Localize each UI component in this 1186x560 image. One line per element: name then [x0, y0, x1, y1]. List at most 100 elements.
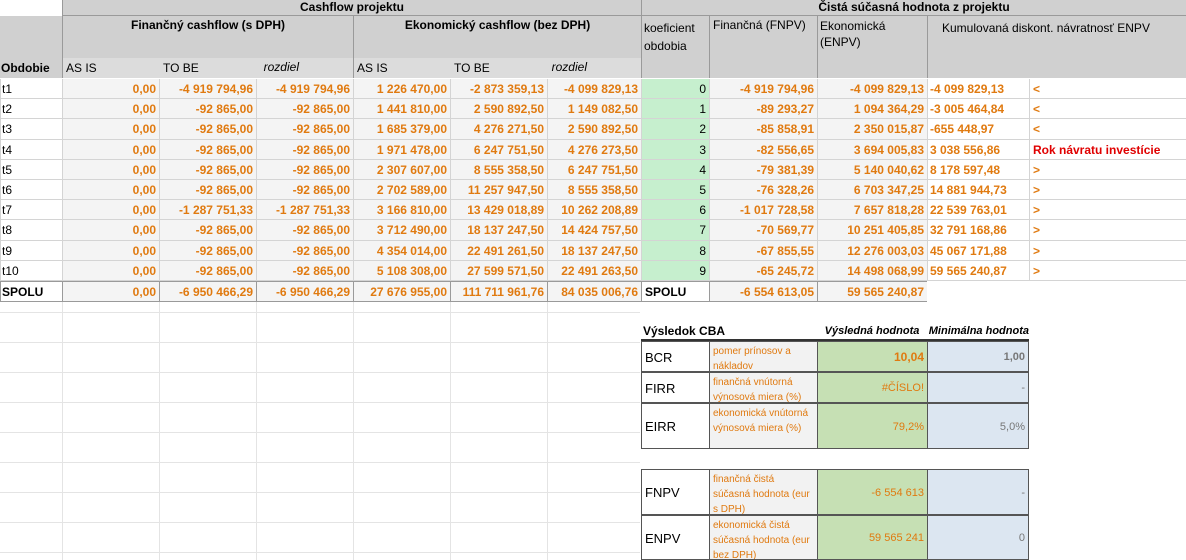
row-t1-f_roz[interactable]: -4 919 794,96: [256, 79, 353, 99]
row-t1-kum[interactable]: -4 099 829,13: [927, 79, 1029, 99]
cba-fnpv-value[interactable]: -6 554 613: [817, 469, 927, 515]
row-t2-f_tobe[interactable]: -92 865,00: [159, 99, 256, 119]
row-t3-e_asis[interactable]: 1 685 379,00: [353, 119, 450, 140]
row-t7-f_roz[interactable]: -1 287 751,33: [256, 200, 353, 220]
row-t10-f_roz[interactable]: -92 865,00: [256, 261, 353, 281]
row-t2-e_tobe[interactable]: 2 590 892,50: [450, 99, 547, 119]
row-t1-note[interactable]: <: [1029, 79, 1186, 99]
row-t2-f_asis[interactable]: 0,00: [62, 99, 159, 119]
spreadsheet-grid[interactable]: Cashflow projektu Čistá súčasná hodnota …: [0, 0, 1186, 560]
row-t5-note[interactable]: >: [1029, 160, 1186, 180]
row-t2-p[interactable]: t2: [0, 99, 62, 119]
cba-eirr-desc[interactable]: ekonomická vnútorná výnosová miera (%): [709, 403, 817, 449]
row-t3-f_roz[interactable]: -92 865,00: [256, 119, 353, 140]
row-t10-e_asis[interactable]: 5 108 308,00: [353, 261, 450, 281]
row-t5-f_asis[interactable]: 0,00: [62, 160, 159, 180]
row-t8-note[interactable]: >: [1029, 220, 1186, 241]
row-t1-p[interactable]: t1: [0, 79, 62, 99]
cba-enpv-name[interactable]: ENPV: [641, 515, 709, 560]
cba-firr-name[interactable]: FIRR: [641, 372, 709, 403]
row-t2-kum[interactable]: -3 005 464,84: [927, 99, 1029, 119]
row-t7-enpv[interactable]: 7 657 818,28: [817, 200, 927, 220]
row-t4-note[interactable]: Rok návratu investície: [1029, 140, 1186, 160]
row-t6-e_roz[interactable]: 8 555 358,50: [547, 180, 641, 200]
row-t5-enpv[interactable]: 5 140 040,62: [817, 160, 927, 180]
row-t9-e_tobe[interactable]: 22 491 261,50: [450, 241, 547, 261]
row-t7-f_tobe[interactable]: -1 287 751,33: [159, 200, 256, 220]
cba-bcr-value[interactable]: 10,04: [817, 341, 927, 372]
row-t9-enpv[interactable]: 12 276 003,03: [817, 241, 927, 261]
row-t4-e_roz[interactable]: 4 276 273,50: [547, 140, 641, 160]
row-t3-f_asis[interactable]: 0,00: [62, 119, 159, 140]
row-t10-p[interactable]: t10: [0, 261, 62, 281]
cba-eirr-value[interactable]: 79,2%: [817, 403, 927, 449]
row-t6-e_asis[interactable]: 2 702 589,00: [353, 180, 450, 200]
row-t7-note[interactable]: >: [1029, 200, 1186, 220]
row-t8-f_asis[interactable]: 0,00: [62, 220, 159, 241]
row-t6-f_asis[interactable]: 0,00: [62, 180, 159, 200]
row-t7-e_tobe[interactable]: 13 429 018,89: [450, 200, 547, 220]
row-t3-kum[interactable]: -655 448,97: [927, 119, 1029, 140]
row-t10-note[interactable]: >: [1029, 261, 1186, 281]
row-t10-f_tobe[interactable]: -92 865,00: [159, 261, 256, 281]
row-t6-e_tobe[interactable]: 11 257 947,50: [450, 180, 547, 200]
row-t6-f_roz[interactable]: -92 865,00: [256, 180, 353, 200]
row-t3-e_tobe[interactable]: 4 276 271,50: [450, 119, 547, 140]
row-t6-p[interactable]: t6: [0, 180, 62, 200]
row-t8-e_asis[interactable]: 3 712 490,00: [353, 220, 450, 241]
row-t8-enpv[interactable]: 10 251 405,85: [817, 220, 927, 241]
cba-fnpv-name[interactable]: FNPV: [641, 469, 709, 515]
cba-fnpv-desc[interactable]: finančná čistá súčasná hodnota (eur s DP…: [709, 469, 817, 515]
row-t6-kum[interactable]: 14 881 944,73: [927, 180, 1029, 200]
row-t2-k[interactable]: 1: [641, 99, 709, 119]
row-t10-kum[interactable]: 59 565 240,87: [927, 261, 1029, 281]
row-t10-enpv[interactable]: 14 498 068,99: [817, 261, 927, 281]
row-t3-p[interactable]: t3: [0, 119, 62, 140]
row-t9-fnpv[interactable]: -67 855,55: [709, 241, 817, 261]
row-t2-note[interactable]: <: [1029, 99, 1186, 119]
row-t5-f_roz[interactable]: -92 865,00: [256, 160, 353, 180]
row-t4-f_roz[interactable]: -92 865,00: [256, 140, 353, 160]
cba-result-header[interactable]: Výsledná hodnota: [817, 321, 927, 341]
row-t5-fnpv[interactable]: -79 381,39: [709, 160, 817, 180]
row-t4-f_tobe[interactable]: -92 865,00: [159, 140, 256, 160]
row-t3-fnpv[interactable]: -85 858,91: [709, 119, 817, 140]
cba-enpv-value[interactable]: 59 565 241: [817, 515, 927, 560]
row-t10-f_asis[interactable]: 0,00: [62, 261, 159, 281]
cba-title[interactable]: Výsledok CBA: [641, 321, 817, 341]
row-t9-kum[interactable]: 45 067 171,88: [927, 241, 1029, 261]
row-t5-e_asis[interactable]: 2 307 607,00: [353, 160, 450, 180]
row-t6-fnpv[interactable]: -76 328,26: [709, 180, 817, 200]
total-e_tobe[interactable]: 111 711 961,76: [450, 281, 547, 302]
row-t9-p[interactable]: t9: [0, 241, 62, 261]
row-t7-p[interactable]: t7: [0, 200, 62, 220]
row-t7-kum[interactable]: 22 539 763,01: [927, 200, 1029, 220]
row-t2-e_asis[interactable]: 1 441 810,00: [353, 99, 450, 119]
total-e_asis[interactable]: 27 676 955,00: [353, 281, 450, 302]
row-t9-f_asis[interactable]: 0,00: [62, 241, 159, 261]
row-t10-e_roz[interactable]: 22 491 263,50: [547, 261, 641, 281]
row-t2-f_roz[interactable]: -92 865,00: [256, 99, 353, 119]
row-t1-fnpv[interactable]: -4 919 794,96: [709, 79, 817, 99]
row-t2-fnpv[interactable]: -89 293,27: [709, 99, 817, 119]
row-t1-e_asis[interactable]: 1 226 470,00: [353, 79, 450, 99]
row-t1-f_tobe[interactable]: -4 919 794,96: [159, 79, 256, 99]
total-enpv[interactable]: 59 565 240,87: [817, 281, 927, 302]
row-t6-note[interactable]: >: [1029, 180, 1186, 200]
row-t8-kum[interactable]: 32 791 168,86: [927, 220, 1029, 241]
row-t2-enpv[interactable]: 1 094 364,29: [817, 99, 927, 119]
cba-enpv-desc[interactable]: ekonomická čistá súčasná hodnota (eur be…: [709, 515, 817, 560]
row-t7-e_asis[interactable]: 3 166 810,00: [353, 200, 450, 220]
row-t4-kum[interactable]: 3 038 556,86: [927, 140, 1029, 160]
row-t8-fnpv[interactable]: -70 569,77: [709, 220, 817, 241]
row-t7-e_roz[interactable]: 10 262 208,89: [547, 200, 641, 220]
cba-firr-desc[interactable]: finančná vnútorná výnosová miera (%): [709, 372, 817, 403]
row-t8-f_roz[interactable]: -92 865,00: [256, 220, 353, 241]
row-t5-f_tobe[interactable]: -92 865,00: [159, 160, 256, 180]
row-t4-k[interactable]: 3: [641, 140, 709, 160]
row-t9-e_roz[interactable]: 18 137 247,50: [547, 241, 641, 261]
row-t10-e_tobe[interactable]: 27 599 571,50: [450, 261, 547, 281]
row-t1-k[interactable]: 0: [641, 79, 709, 99]
row-t4-e_tobe[interactable]: 6 247 751,50: [450, 140, 547, 160]
row-t7-fnpv[interactable]: -1 017 728,58: [709, 200, 817, 220]
